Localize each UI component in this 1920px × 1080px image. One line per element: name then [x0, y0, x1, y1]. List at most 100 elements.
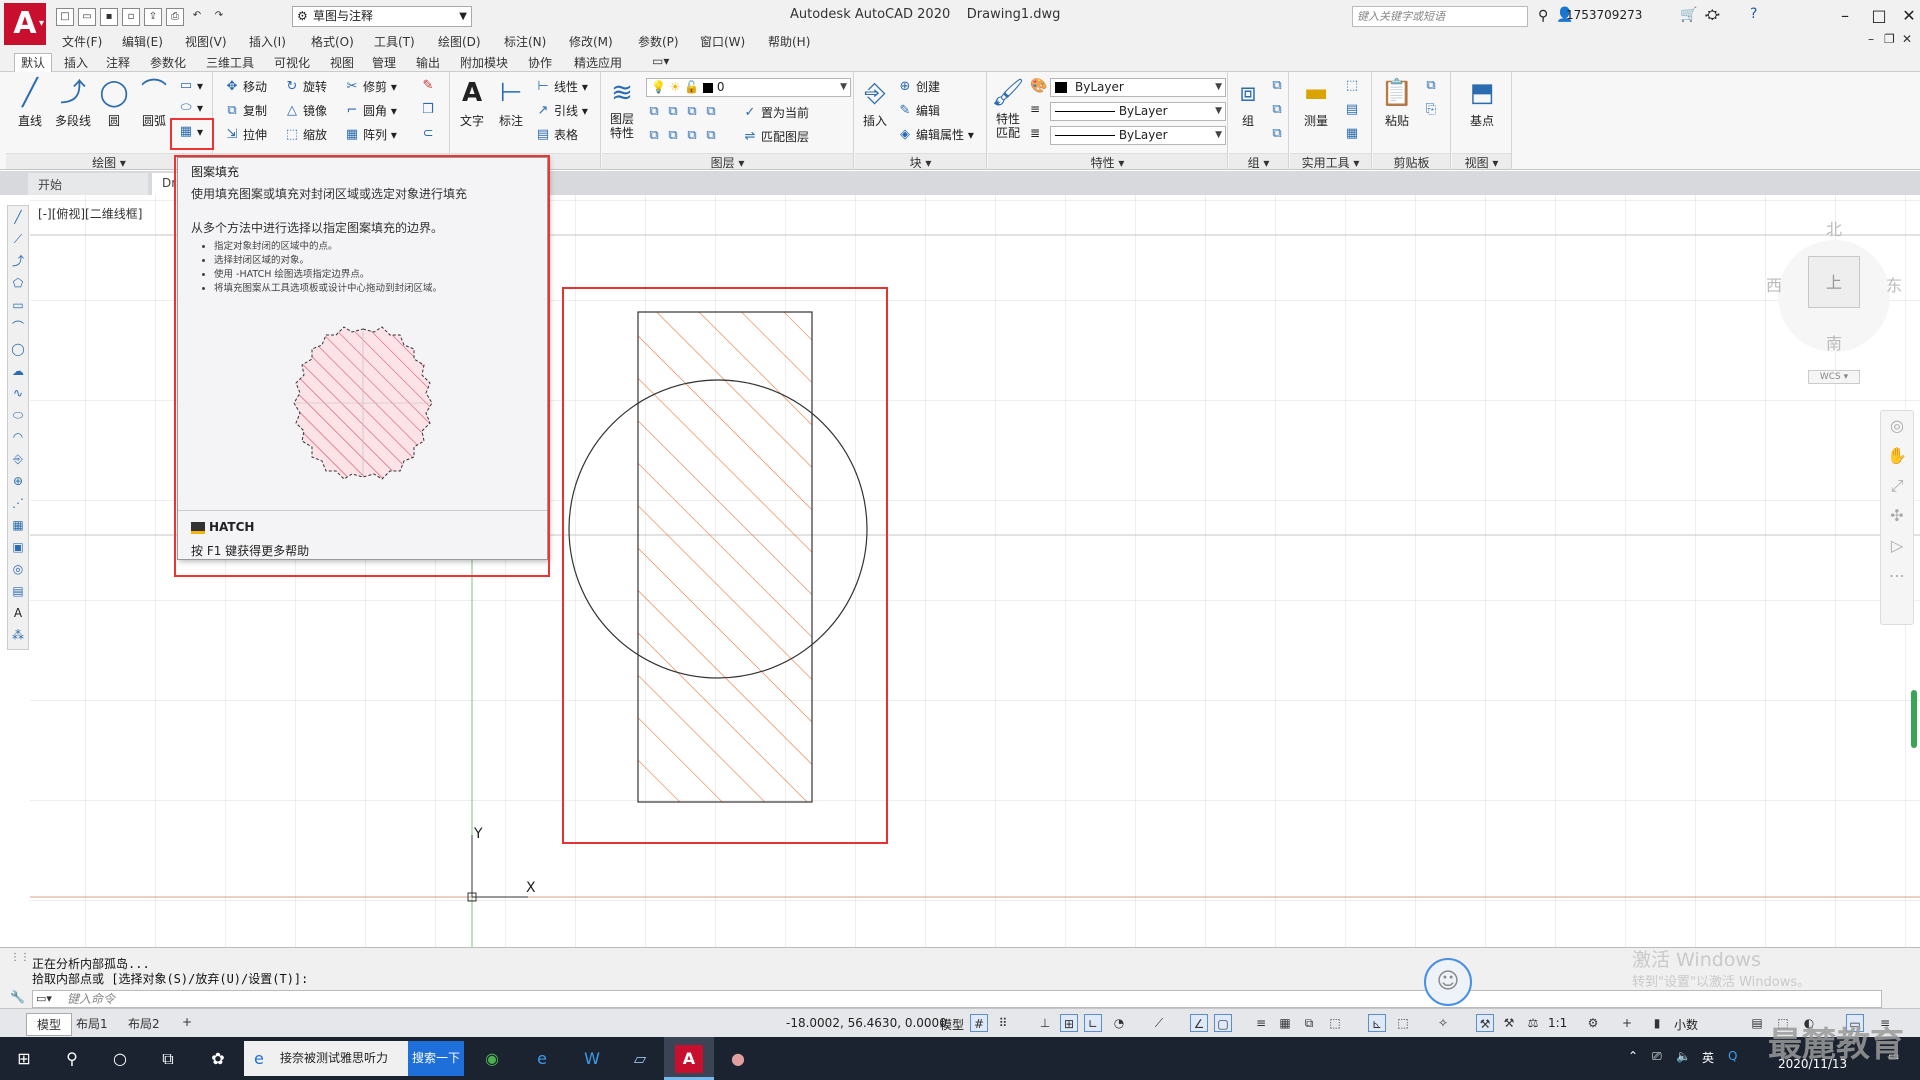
help-icon[interactable]: ?	[1750, 6, 1757, 22]
taskbar-search-button[interactable]: 搜索一下	[408, 1041, 464, 1076]
plus-icon[interactable]: +	[1618, 1014, 1636, 1032]
edit-attributes-tool[interactable]: ◈ 编辑属性 ▾	[897, 126, 974, 143]
pan-icon[interactable]: ✋	[1881, 441, 1913, 471]
app-icon[interactable]: ●	[724, 1045, 752, 1073]
hatch-fill[interactable]	[638, 312, 812, 802]
select-all-tool[interactable]: ▤	[1344, 102, 1363, 118]
cut-tool[interactable]: ⎘	[1423, 102, 1442, 118]
menu-window[interactable]: 窗口(W)	[700, 33, 745, 50]
navbar-menu-icon[interactable]: ⋯	[1881, 561, 1913, 591]
windows-start-icon[interactable]: ⊞	[10, 1045, 38, 1073]
doc-close-button[interactable]: ✕	[1902, 32, 1912, 46]
menu-dimension[interactable]: 标注(N)	[504, 33, 546, 50]
mirror-tool[interactable]: △ 镜像	[284, 102, 327, 119]
layer-tools-row2[interactable]: ⧉ ⧉ ⧉ ⧉	[646, 128, 722, 144]
line-tool[interactable]: ╱ 直线	[10, 76, 50, 129]
quick-select-tool[interactable]: ⬚	[1344, 78, 1363, 94]
lineweight-toggle-icon[interactable]: ≡	[1252, 1014, 1270, 1032]
viewcube[interactable]: 北 南 西 东 上 WCS ▾	[1766, 220, 1902, 384]
hatch-icon[interactable]: ▦	[8, 514, 28, 536]
tab-insert[interactable]: 插入	[58, 54, 94, 71]
layer-tools-row1[interactable]: ⧉ ⧉ ⧉ ⧉	[646, 104, 722, 120]
app-swirl-icon[interactable]: ✿	[204, 1045, 232, 1073]
compass-north[interactable]: 北	[1826, 216, 1842, 240]
wrench-icon[interactable]: 🔧	[10, 990, 25, 1004]
snap-toggle-icon[interactable]: ⠿	[994, 1014, 1012, 1032]
command-input[interactable]: 键入命令	[32, 990, 1882, 1008]
group-tool-a[interactable]: ⧉	[1269, 78, 1288, 94]
point-icon[interactable]: ⋰	[8, 492, 28, 514]
tab-3d-tools[interactable]: 三维工具	[200, 54, 260, 71]
transparency-icon[interactable]: ▦	[1276, 1014, 1294, 1032]
properties-panel-title[interactable]: 特性 ▾	[988, 153, 1227, 170]
menu-help[interactable]: 帮助(H)	[768, 33, 810, 50]
doc-restore-button[interactable]: ❐	[1884, 32, 1895, 46]
stretch-tool[interactable]: ⇲ 拉伸	[224, 126, 267, 143]
menu-file[interactable]: 文件(F)	[62, 33, 102, 50]
color-select[interactable]: ByLayer ▼	[1050, 78, 1226, 97]
arc-tool[interactable]: ⌒ 圆弧	[134, 76, 174, 129]
match-properties-tool[interactable]: 🖌 特性匹配	[990, 76, 1026, 140]
wps-icon[interactable]: W	[578, 1045, 606, 1073]
autodesk-app-icon[interactable]: ⛮	[1705, 7, 1720, 23]
add-layout-button[interactable]: +	[172, 1013, 202, 1031]
workspace-gear-icon[interactable]: ⚙	[1584, 1014, 1602, 1032]
file-tab-start[interactable]: 开始	[28, 173, 148, 195]
grid-toggle-icon[interactable]: #	[970, 1014, 988, 1032]
ellipse-arc-icon[interactable]: ◠	[8, 426, 28, 448]
doc-minimize-button[interactable]: –	[1868, 32, 1874, 46]
fillet-tool[interactable]: ⌐ 圆角 ▾	[344, 102, 397, 119]
utilities-panel-title[interactable]: 实用工具 ▾	[1290, 153, 1371, 170]
ribbon-toggle-icon[interactable]: ▭▾	[646, 54, 675, 68]
lineweight-select[interactable]: ByLayer ▼	[1050, 102, 1226, 121]
web-mobile-icon[interactable]: ⇪	[144, 8, 162, 26]
make-block-icon[interactable]: ⊕	[8, 470, 28, 492]
gizmo-icon[interactable]: ✧	[1434, 1014, 1452, 1032]
layers-panel-title[interactable]: 图层 ▾	[602, 153, 853, 170]
close-button[interactable]: ✕	[1894, 4, 1920, 28]
open-file-icon[interactable]: ▭	[78, 8, 96, 26]
add-selected-icon[interactable]: ⁂	[8, 624, 28, 646]
polar-tracking-icon[interactable]: ◔	[1110, 1014, 1128, 1032]
orbit-icon[interactable]: ✣	[1881, 501, 1913, 531]
groups-panel-title[interactable]: 组 ▾	[1229, 153, 1288, 170]
wcs-menu[interactable]: WCS ▾	[1808, 370, 1860, 384]
line-icon[interactable]: ╱	[8, 206, 28, 228]
units-value[interactable]: 小数	[1674, 1016, 1698, 1033]
auto-scale-icon[interactable]: ⚒	[1500, 1014, 1518, 1032]
rectangle-icon[interactable]: ▭	[8, 294, 28, 316]
polyline-tool[interactable]: ⤴ 多段线	[50, 76, 96, 129]
showmotion-icon[interactable]: ▷	[1881, 531, 1913, 561]
layer-select[interactable]: 💡 ☀ 🔓 0 ▼	[646, 78, 851, 97]
edit-block-tool[interactable]: ✎ 编辑	[897, 102, 940, 119]
tab-visualize[interactable]: 可视化	[268, 54, 316, 71]
group-tool-b[interactable]: ⧉	[1269, 102, 1288, 118]
group-tool[interactable]: ⧈ 组	[1231, 76, 1265, 129]
paste-tool[interactable]: 📋 粘贴	[1377, 76, 1417, 129]
autocad-taskbar-icon[interactable]: A	[675, 1045, 703, 1073]
compass-west[interactable]: 西	[1766, 272, 1782, 296]
move-tool[interactable]: ✥ 移动	[224, 78, 267, 95]
annotation-scale-value[interactable]: 1:1	[1548, 1016, 1567, 1030]
edge-icon[interactable]: e	[528, 1045, 556, 1073]
task-view-icon[interactable]: ⧉	[154, 1045, 182, 1073]
object-snap-tracking-icon[interactable]: ∠	[1190, 1014, 1208, 1032]
tab-featured-apps[interactable]: 精选应用	[568, 54, 628, 71]
maximize-button[interactable]: □	[1864, 4, 1894, 28]
dynamic-ucs-icon[interactable]: ⊾	[1368, 1014, 1386, 1032]
menu-parametric[interactable]: 参数(P)	[638, 33, 679, 50]
revcloud-icon[interactable]: ☁	[8, 360, 28, 382]
vertical-scrollbar-thumb[interactable]	[1911, 690, 1917, 748]
browser-360-icon[interactable]: ◉	[478, 1045, 506, 1073]
tab-output[interactable]: 输出	[410, 54, 446, 71]
redo-icon[interactable]: ↷	[210, 8, 228, 26]
array-tool[interactable]: ▦ 阵列 ▾	[344, 126, 397, 143]
view-panel-title[interactable]: 视图 ▾	[1452, 153, 1511, 170]
copy-clip-tool[interactable]: ⧉	[1423, 78, 1442, 94]
menu-modify[interactable]: 修改(M)	[569, 33, 613, 50]
object-snap-icon[interactable]: ▢	[1214, 1014, 1232, 1032]
zoom-extents-icon[interactable]: ⤢	[1881, 471, 1913, 501]
quick-properties-icon[interactable]: ▤	[1748, 1014, 1766, 1032]
units-icon[interactable]: ▮	[1648, 1014, 1666, 1032]
save-as-icon[interactable]: ▫	[122, 8, 140, 26]
